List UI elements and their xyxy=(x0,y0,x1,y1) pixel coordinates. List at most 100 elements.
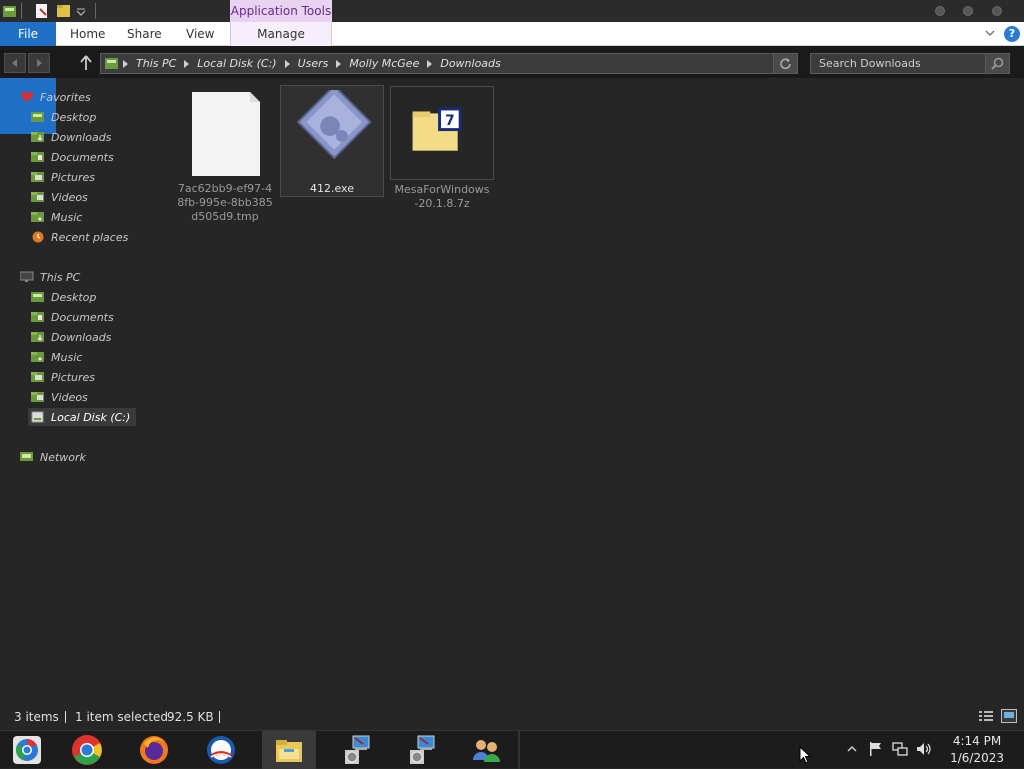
taskbar-chrome-remote[interactable] xyxy=(0,731,54,769)
maximize-button[interactable] xyxy=(963,6,973,16)
nav-this-pc[interactable]: This PC xyxy=(20,268,80,286)
nav-network[interactable]: Network xyxy=(20,448,86,466)
folder-properties-icon[interactable] xyxy=(2,3,18,19)
breadcrumb-separator-icon[interactable] xyxy=(427,59,433,68)
obama-logo-icon xyxy=(207,736,235,764)
videos-folder-icon xyxy=(31,192,44,202)
nav-item-label: Downloads xyxy=(51,130,112,144)
refresh-icon xyxy=(780,58,791,70)
nav-item-label: Local Disk (C:) xyxy=(51,410,131,424)
breadcrumb-users[interactable]: Users xyxy=(298,57,329,70)
new-document-icon[interactable] xyxy=(34,3,50,19)
details-view-icon[interactable] xyxy=(978,709,994,723)
nav-pc-downloads[interactable]: Downloads xyxy=(31,328,111,346)
nav-item-label: Documents xyxy=(51,150,114,164)
nav-favorites[interactable]: Favorites xyxy=(20,88,91,106)
customize-toolbar-chevron-icon[interactable] xyxy=(76,3,86,19)
taskbar-setup-2[interactable] xyxy=(395,731,449,769)
tab-home[interactable]: Home xyxy=(70,22,105,46)
nav-section-label: Favorites xyxy=(40,90,91,104)
nav-fav-documents[interactable]: Documents xyxy=(31,148,114,166)
taskbar-firefox[interactable] xyxy=(127,731,181,769)
blank-file-icon xyxy=(192,92,260,176)
nav-item-label: Downloads xyxy=(51,330,112,344)
quick-access-divider xyxy=(95,3,96,19)
help-icon[interactable]: ? xyxy=(1004,26,1020,42)
breadcrumb-separator-icon[interactable] xyxy=(336,59,342,68)
network-connection-icon[interactable] xyxy=(892,741,908,757)
up-folder-arrow-icon[interactable] xyxy=(78,54,94,72)
nav-section-label: Network xyxy=(40,450,86,464)
address-bar[interactable]: This PC Local Disk (C:) Users Molly McGe… xyxy=(100,53,798,74)
taskbar-network-people[interactable] xyxy=(460,731,514,769)
search-box[interactable]: Search Downloads xyxy=(810,53,1010,74)
tab-view[interactable]: View xyxy=(186,22,214,46)
breadcrumb-separator-icon[interactable] xyxy=(284,59,290,68)
desktop-icon xyxy=(31,292,44,302)
selection-size: 92.5 KB xyxy=(167,710,214,724)
nav-fav-pictures[interactable]: Pictures xyxy=(31,168,95,186)
taskbar-setup-1[interactable] xyxy=(330,731,384,769)
file-item-hovered[interactable]: 7 MesaForWindows-20.1.8.7z xyxy=(390,86,494,210)
nav-pc-pictures[interactable]: Pictures xyxy=(31,368,95,386)
breadcrumb-molly-mcgee[interactable]: Molly McGee xyxy=(349,57,419,70)
mouse-pointer-icon xyxy=(799,746,811,764)
downloads-folder-icon xyxy=(31,132,44,142)
desktop-icon xyxy=(31,112,44,122)
breadcrumb-separator-icon[interactable] xyxy=(184,59,190,68)
navigation-pane: Favorites Desktop Downloads Documents Pi… xyxy=(0,78,170,704)
nav-pc-desktop[interactable]: Desktop xyxy=(31,288,96,306)
forward-button[interactable] xyxy=(28,53,50,73)
action-center-flag-icon[interactable] xyxy=(868,741,884,757)
breadcrumb-separator-icon[interactable] xyxy=(123,59,128,68)
nav-pc-local-disk[interactable]: Local Disk (C:) xyxy=(28,408,136,426)
volume-speaker-icon[interactable] xyxy=(916,741,934,757)
refresh-button[interactable] xyxy=(773,54,797,73)
selection-count: 1 item selected xyxy=(75,710,169,724)
pictures-folder-icon xyxy=(31,172,44,182)
nav-fav-recent-places[interactable]: Recent places xyxy=(31,228,128,246)
show-hidden-icons-chevron-icon[interactable] xyxy=(846,741,858,757)
this-pc-location-icon xyxy=(105,58,118,69)
nav-item-label: Videos xyxy=(51,190,88,204)
taskbar-file-explorer[interactable] xyxy=(262,731,316,769)
status-divider xyxy=(65,711,66,723)
file-item-selected[interactable]: 412.exe xyxy=(280,85,384,197)
expand-ribbon-chevron-icon[interactable] xyxy=(984,27,996,39)
nav-item-label: Desktop xyxy=(51,110,97,124)
breadcrumb-this-pc[interactable]: This PC xyxy=(136,57,176,70)
system-clock[interactable]: 4:14 PM 1/6/2023 xyxy=(950,733,1004,767)
minimize-button[interactable] xyxy=(935,6,945,16)
taskbar-chrome[interactable] xyxy=(60,731,114,769)
file-name: 7ac62bb9-ef97-48fb-995e-8bb385d505d9.tmp xyxy=(177,182,273,223)
nav-pc-videos[interactable]: Videos xyxy=(31,388,88,406)
nav-pc-music[interactable]: Music xyxy=(31,348,82,366)
file-explorer-icon xyxy=(276,740,302,762)
nav-fav-desktop[interactable]: Desktop xyxy=(31,108,96,126)
back-button[interactable] xyxy=(4,53,26,73)
close-button[interactable] xyxy=(992,6,1002,16)
large-icons-view-icon[interactable] xyxy=(1001,709,1017,723)
search-button[interactable] xyxy=(985,54,1009,73)
new-folder-icon[interactable] xyxy=(56,3,72,19)
nav-fav-videos[interactable]: Videos xyxy=(31,188,88,206)
tab-share[interactable]: Share xyxy=(127,22,162,46)
item-count: 3 items xyxy=(14,710,59,724)
clock-time: 4:14 PM xyxy=(952,734,1002,748)
tab-manage[interactable]: Manage xyxy=(230,22,332,46)
breadcrumb-downloads[interactable]: Downloads xyxy=(440,57,500,70)
recent-places-clock-icon xyxy=(32,231,44,243)
nav-item-label: Music xyxy=(51,350,83,364)
nav-item-label: Videos xyxy=(51,390,88,404)
taskbar-obama-app[interactable] xyxy=(194,731,248,769)
breadcrumb-local-disk[interactable]: Local Disk (C:) xyxy=(197,57,276,70)
nav-item-label: Documents xyxy=(51,310,114,324)
file-list-view[interactable]: 7ac62bb9-ef97-48fb-995e-8bb385d505d9.tmp… xyxy=(170,78,1024,704)
file-item[interactable]: 7ac62bb9-ef97-48fb-995e-8bb385d505d9.tmp xyxy=(174,86,278,223)
nav-fav-downloads[interactable]: Downloads xyxy=(31,128,111,146)
nav-pc-documents[interactable]: Documents xyxy=(31,308,114,326)
svg-text:7: 7 xyxy=(445,113,455,129)
nav-fav-music[interactable]: Music xyxy=(31,208,82,226)
chrome-icon xyxy=(72,735,102,765)
search-input[interactable]: Search Downloads xyxy=(819,57,921,70)
